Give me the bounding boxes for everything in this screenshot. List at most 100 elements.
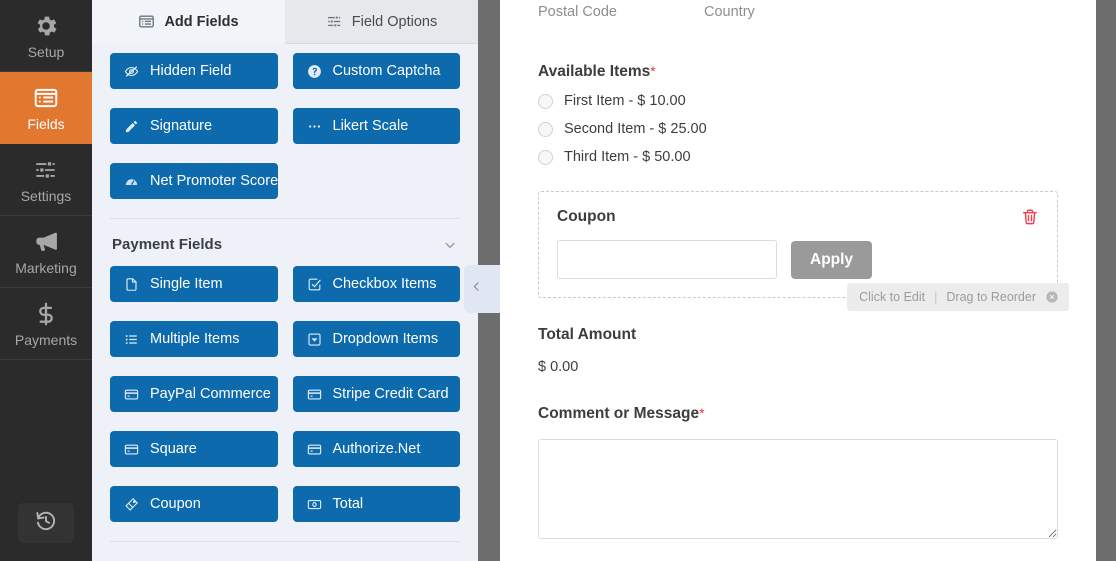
total-amount-field[interactable]: Total Amount $ 0.00 xyxy=(538,326,1058,375)
payment-fields-section-header[interactable]: Payment Fields xyxy=(110,219,460,257)
close-circle-icon[interactable] xyxy=(1045,290,1059,304)
comment-textarea[interactable] xyxy=(538,439,1058,539)
revisions-history-button[interactable] xyxy=(18,503,74,543)
field-button-dropdown-items[interactable]: Dropdown Items xyxy=(293,321,461,357)
fields-list-icon xyxy=(33,85,59,111)
tab-label: Field Options xyxy=(352,14,437,30)
panel-scroll-area[interactable]: Hidden Field Custom Captcha xyxy=(92,44,478,561)
coupon-label: Coupon xyxy=(557,208,616,226)
sliders-icon xyxy=(33,157,59,183)
trash-icon[interactable] xyxy=(1021,208,1039,226)
required-asterisk: * xyxy=(650,63,655,79)
available-items-label: Available Items* xyxy=(538,63,1058,81)
field-button-label: Likert Scale xyxy=(333,118,409,134)
field-button-label: Custom Captcha xyxy=(333,63,441,79)
credit-card-icon xyxy=(307,387,322,402)
hint-drag-to-reorder: Drag to Reorder xyxy=(946,290,1036,304)
list-item[interactable]: Third Item - $ 50.00 xyxy=(538,149,1058,165)
payment-fields-grid: Single Item Checkbox Items xyxy=(110,257,460,522)
field-button-checkbox-items[interactable]: Checkbox Items xyxy=(293,266,461,302)
megaphone-icon xyxy=(33,228,60,255)
coupon-field-selected[interactable]: Coupon Apply xyxy=(538,191,1058,298)
address-sublabels-row: Postal Code Country xyxy=(538,0,1058,20)
field-button-custom-captcha[interactable]: Custom Captcha xyxy=(293,53,461,89)
field-button-label: Multiple Items xyxy=(150,331,239,347)
field-button-coupon[interactable]: Coupon xyxy=(110,486,278,522)
sidebar-item-fields[interactable]: Fields xyxy=(0,72,92,144)
sidebar-item-label: Payments xyxy=(15,333,77,347)
gauge-icon xyxy=(124,174,139,189)
hidden-eye-icon xyxy=(124,64,139,79)
sidebar-item-label: Setup xyxy=(28,45,65,59)
field-button-label: Net Promoter Score xyxy=(150,173,278,189)
field-button-likert-scale[interactable]: Likert Scale xyxy=(293,108,461,144)
tab-label: Add Fields xyxy=(164,14,238,30)
radio-option-label: Third Item - $ 50.00 xyxy=(564,149,691,165)
primary-nav-rail: Setup Fields xyxy=(0,0,92,561)
field-hint-tooltip: Click to Edit | Drag to Reorder xyxy=(847,283,1069,311)
sidebar-item-marketing[interactable]: Marketing xyxy=(0,216,92,288)
field-button-single-item[interactable]: Single Item xyxy=(110,266,278,302)
tab-field-options[interactable]: Field Options xyxy=(285,0,478,44)
coupon-field-header: Coupon xyxy=(557,208,1039,226)
postal-code-sublabel: Postal Code xyxy=(538,4,704,20)
field-button-label: Authorize.Net xyxy=(333,441,421,457)
credit-card-icon xyxy=(307,442,322,457)
field-button-label: Stripe Credit Card xyxy=(333,386,449,402)
radio-button[interactable] xyxy=(538,94,553,109)
field-button-total[interactable]: Total xyxy=(293,486,461,522)
hint-click-to-edit: Click to Edit xyxy=(859,290,925,304)
chevron-down-icon[interactable] xyxy=(442,237,458,253)
field-button-label: Checkbox Items xyxy=(333,276,437,292)
radio-button[interactable] xyxy=(538,122,553,137)
chevron-left-icon xyxy=(470,280,483,298)
credit-card-icon xyxy=(124,442,139,457)
document-icon xyxy=(124,277,139,292)
field-button-multiple-items[interactable]: Multiple Items xyxy=(110,321,278,357)
apply-coupon-button[interactable]: Apply xyxy=(791,241,872,279)
field-button-label: Hidden Field xyxy=(150,63,231,79)
field-label-text: Available Items xyxy=(538,63,650,80)
sidebar-item-setup[interactable]: Setup xyxy=(0,0,92,72)
total-amount-label: Total Amount xyxy=(538,326,1058,344)
dots-icon xyxy=(307,119,322,134)
field-button-paypal-commerce[interactable]: PayPal Commerce xyxy=(110,376,278,412)
sidebar-item-label: Marketing xyxy=(15,261,76,275)
rail-bottom-area xyxy=(0,503,92,561)
credit-card-icon xyxy=(124,387,139,402)
add-fields-icon xyxy=(138,13,155,30)
field-label-text: Comment or Message xyxy=(538,405,699,422)
required-asterisk: * xyxy=(699,405,704,421)
radio-button[interactable] xyxy=(538,150,553,165)
field-button-label: Single Item xyxy=(150,276,223,292)
sidebar-item-payments[interactable]: Payments xyxy=(0,288,92,360)
collapse-panel-button[interactable] xyxy=(464,265,500,313)
list-icon xyxy=(124,332,139,347)
field-button-label: Coupon xyxy=(150,496,201,512)
revisions-history-icon xyxy=(34,509,58,538)
field-button-stripe-credit-card[interactable]: Stripe Credit Card xyxy=(293,376,461,412)
list-item[interactable]: First Item - $ 10.00 xyxy=(538,93,1058,109)
field-button-hidden-field[interactable]: Hidden Field xyxy=(110,53,278,89)
comment-or-message-field[interactable]: Comment or Message* xyxy=(538,405,1058,544)
available-items-field[interactable]: Available Items* First Item - $ 10.00 Se… xyxy=(538,63,1058,165)
field-button-square[interactable]: Square xyxy=(110,431,278,467)
field-button-label: Signature xyxy=(150,118,212,134)
field-button-authorize-net[interactable]: Authorize.Net xyxy=(293,431,461,467)
list-item[interactable]: Second Item - $ 25.00 xyxy=(538,121,1058,137)
hint-separator: | xyxy=(934,290,937,304)
preview-scrollbar[interactable] xyxy=(1096,0,1116,561)
sidebar-item-settings[interactable]: Settings xyxy=(0,144,92,216)
field-button-net-promoter-score[interactable]: Net Promoter Score xyxy=(110,163,278,199)
sidebar-item-label: Fields xyxy=(27,117,64,131)
tab-add-fields[interactable]: Add Fields xyxy=(92,0,285,44)
coupon-input[interactable] xyxy=(557,240,777,279)
checkbox-icon xyxy=(307,277,322,292)
standard-fields-grid: Hidden Field Custom Captcha xyxy=(110,44,460,199)
form-preview: Postal Code Country Available Items* Fir… xyxy=(500,0,1096,561)
comment-label: Comment or Message* xyxy=(538,405,1058,423)
field-button-signature[interactable]: Signature xyxy=(110,108,278,144)
tag-icon xyxy=(124,497,139,512)
money-bill-icon xyxy=(307,497,322,512)
section-divider-bottom xyxy=(110,541,460,542)
